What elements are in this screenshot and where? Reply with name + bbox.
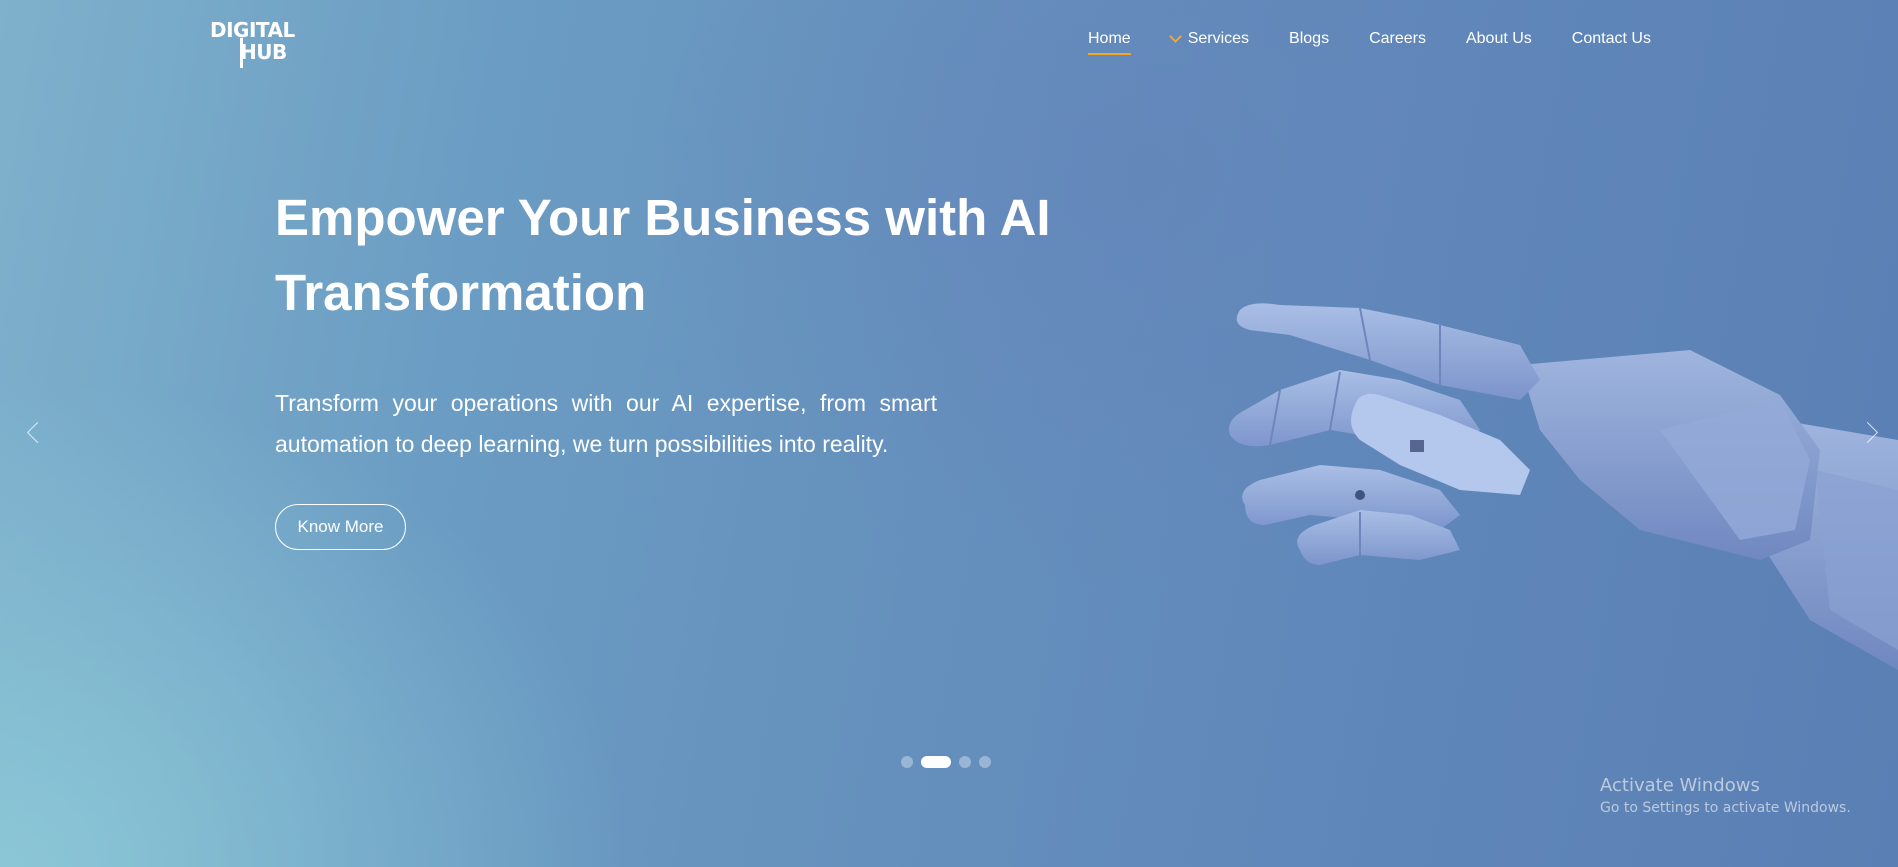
main-nav: Home Services Blogs Careers About Us Con… <box>1088 29 1691 55</box>
carousel-dot-active[interactable] <box>921 756 951 768</box>
logo-line1: DIGITAL <box>210 18 295 42</box>
chevron-left-icon[interactable] <box>26 421 49 444</box>
carousel-dot[interactable] <box>959 756 971 768</box>
nav-services-label: Services <box>1187 30 1250 47</box>
digital-hub-logo[interactable]: DIGITAL HUB <box>210 18 300 72</box>
carousel-dots <box>901 756 991 768</box>
carousel-dot[interactable] <box>979 756 991 768</box>
activate-windows-watermark: Activate Windows Go to Settings to activ… <box>1600 775 1851 816</box>
nav-blogs-label: Blogs <box>1289 30 1330 47</box>
nav-contact-us[interactable]: Contact Us <box>1572 30 1651 48</box>
nav-home[interactable]: Home <box>1088 30 1131 55</box>
nav-contact-us-label: Contact Us <box>1571 30 1651 47</box>
know-more-button[interactable]: Know More <box>275 504 406 550</box>
nav-blogs[interactable]: Blogs <box>1289 30 1329 48</box>
nav-about-us-label: About Us <box>1465 30 1532 47</box>
nav-careers[interactable]: Careers <box>1369 30 1426 48</box>
hero-section: DIGITAL HUB Home Services Blogs Careers … <box>0 0 1898 867</box>
nav-about-us[interactable]: About Us <box>1466 30 1532 48</box>
logo-line2: HUB <box>240 40 287 64</box>
nav-services[interactable]: Services <box>1168 29 1250 48</box>
hero-headline: Empower Your Business with AI Transforma… <box>275 189 1051 321</box>
carousel-dot[interactable] <box>901 756 913 768</box>
nav-home-label: Home <box>1088 30 1131 47</box>
watermark-subtitle: Go to Settings to activate Windows. <box>1600 800 1851 816</box>
nav-careers-label: Careers <box>1369 30 1426 47</box>
chevron-down-icon <box>1168 29 1182 43</box>
robot-hand-image <box>1229 303 1898 670</box>
hero-subtext: Transform your operations with our AI ex… <box>275 390 937 457</box>
watermark-title: Activate Windows <box>1600 775 1760 796</box>
